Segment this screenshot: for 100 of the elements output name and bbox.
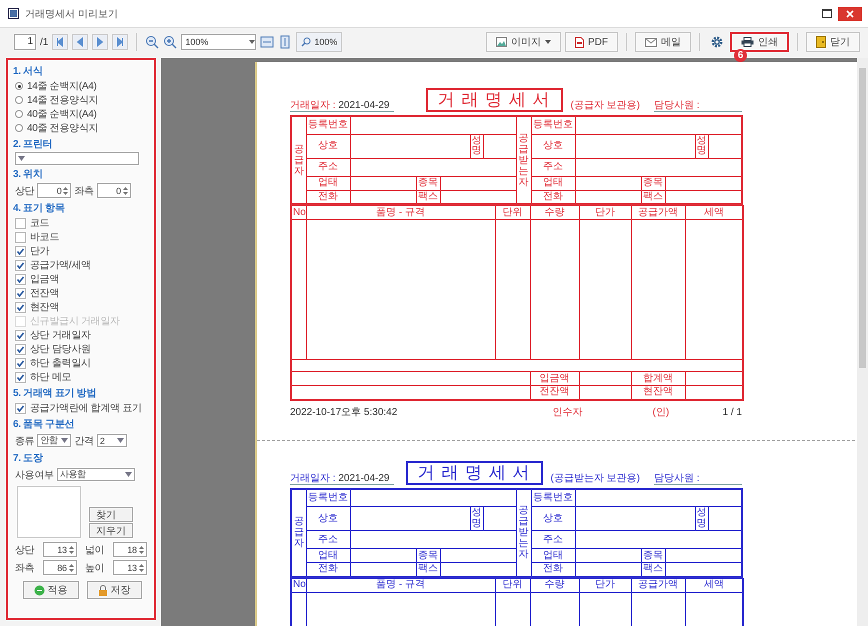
last-page-icon[interactable] bbox=[112, 34, 128, 50]
stamp-button[interactable]: 찾기 bbox=[89, 507, 133, 522]
next-page-icon[interactable] bbox=[92, 34, 108, 50]
number-field[interactable]: 18 bbox=[112, 542, 147, 557]
column-header: 공급가액 bbox=[638, 579, 678, 590]
zoom-in-icon[interactable] bbox=[163, 35, 178, 49]
scrollbar[interactable] bbox=[857, 58, 868, 626]
pdf-button[interactable]: PDF bbox=[565, 32, 618, 52]
close-button[interactable] bbox=[838, 6, 862, 20]
checkbox[interactable] bbox=[15, 232, 26, 242]
number-field[interactable]: 0 bbox=[96, 183, 131, 198]
checkbox[interactable] bbox=[15, 218, 26, 228]
checkbox-label[interactable]: 바코드 bbox=[30, 230, 60, 244]
radio-label[interactable]: 14줄 순백지(A4) bbox=[27, 79, 96, 93]
number-field[interactable]: 86 bbox=[42, 560, 77, 575]
checkbox[interactable] bbox=[15, 274, 26, 284]
checkbox-label[interactable]: 단가 bbox=[30, 244, 50, 258]
radio-label[interactable]: 40줄 순백지(A4) bbox=[27, 107, 96, 121]
radio-button[interactable] bbox=[15, 82, 23, 90]
caret-icon bbox=[61, 438, 68, 443]
spinner-icon bbox=[63, 186, 68, 194]
number-field[interactable]: 13 bbox=[112, 560, 147, 575]
apply-button[interactable]: 적용 bbox=[22, 581, 78, 599]
fit-page-icon[interactable] bbox=[278, 35, 292, 49]
copy-note: (공급받는자 보관용) bbox=[550, 472, 640, 484]
page-number-field[interactable]: 1 bbox=[14, 34, 36, 50]
caret-icon bbox=[124, 472, 132, 477]
mail-button[interactable]: 메일 bbox=[635, 32, 691, 52]
checkbox-label[interactable]: 상단 담당사원 bbox=[30, 342, 91, 356]
checkbox[interactable] bbox=[15, 344, 26, 354]
dropdown[interactable]: 2 bbox=[96, 434, 127, 447]
save-button[interactable]: 저장 bbox=[86, 581, 142, 599]
checkbox[interactable] bbox=[15, 288, 26, 298]
close-button[interactable]: 닫기 bbox=[806, 32, 860, 52]
field-label: 높이 bbox=[85, 562, 106, 574]
checkbox[interactable] bbox=[15, 402, 26, 414]
transaction-date: 거래일자 : 2021-04-29 bbox=[290, 100, 394, 112]
number-field[interactable]: 0 bbox=[37, 183, 72, 198]
cell-label: 팩스 bbox=[418, 563, 438, 574]
caret-icon bbox=[18, 156, 25, 161]
section-title: 5. 거래액 표기 방법 bbox=[13, 387, 98, 400]
print-button[interactable]: 인쇄 bbox=[730, 32, 789, 52]
cell-label: 주소 bbox=[318, 161, 338, 172]
caret-icon bbox=[545, 40, 551, 44]
spinner-icon bbox=[138, 564, 144, 572]
dropdown[interactable]: 사용함 bbox=[56, 468, 135, 481]
maximize-icon[interactable] bbox=[822, 9, 832, 18]
cell-label: 전화 bbox=[318, 563, 338, 574]
previous-page-icon[interactable] bbox=[72, 34, 88, 50]
checkbox-label[interactable]: 하단 출력일시 bbox=[30, 356, 91, 370]
checkbox-label[interactable]: 현잔액 bbox=[30, 300, 60, 314]
checkbox[interactable] bbox=[15, 302, 26, 312]
radio-button[interactable] bbox=[15, 124, 23, 132]
checkbox-label[interactable]: 하단 메모 bbox=[30, 370, 72, 384]
column-header: 품명 - 규격 bbox=[376, 206, 425, 218]
receiver-label: 인수자 bbox=[552, 406, 583, 418]
lock-icon bbox=[98, 584, 108, 596]
door-icon bbox=[816, 36, 826, 48]
party-label: 공급자 bbox=[294, 516, 304, 549]
column-header: No bbox=[293, 206, 306, 218]
fit-width-icon[interactable] bbox=[260, 35, 274, 49]
party-label: 공급받는자 bbox=[518, 505, 529, 560]
printed-time: 2022-10-17오후 5:30:42 bbox=[290, 406, 398, 418]
checkbox-label[interactable]: 공급가액/세액 bbox=[30, 258, 91, 272]
zoom-dropdown[interactable]: 100% bbox=[181, 34, 256, 50]
field-label: 상단 bbox=[15, 184, 34, 198]
checkbox[interactable] bbox=[15, 246, 26, 256]
number-field[interactable]: 13 bbox=[42, 542, 77, 557]
cell-label: 업태 bbox=[318, 550, 338, 560]
section-title: 6. 품목 구분선 bbox=[13, 418, 76, 431]
cell-label: 종목 bbox=[643, 550, 664, 560]
checkbox[interactable] bbox=[15, 358, 26, 368]
checkbox-label[interactable]: 입금액 bbox=[30, 272, 60, 286]
radio-label[interactable]: 14줄 전용양식지 bbox=[27, 93, 98, 107]
checkbox-label[interactable]: 코드 bbox=[30, 216, 50, 230]
cell-label: 성명 bbox=[472, 508, 482, 529]
checkbox-label[interactable]: 공급가액란에 합계액 표기 bbox=[30, 401, 142, 415]
caret-icon bbox=[249, 40, 256, 44]
magnifier-icon bbox=[301, 37, 312, 47]
first-page-icon[interactable] bbox=[52, 34, 68, 50]
dropdown[interactable]: 안함 bbox=[37, 434, 72, 447]
dropdown[interactable] bbox=[15, 152, 139, 165]
checkbox-label[interactable]: 전잔액 bbox=[30, 286, 60, 300]
cell-label: 팩스 bbox=[643, 190, 664, 202]
cell-label: 성명 bbox=[472, 136, 482, 156]
document-title: 거 래 명 세 서 bbox=[406, 460, 543, 484]
cell-label: 주소 bbox=[318, 534, 338, 544]
radio-button[interactable] bbox=[15, 110, 23, 118]
checkbox[interactable] bbox=[15, 330, 26, 340]
checkbox[interactable] bbox=[15, 372, 26, 382]
checkbox[interactable] bbox=[15, 260, 26, 270]
image-button[interactable]: 이미지 bbox=[486, 32, 561, 52]
radio-label[interactable]: 40줄 전용양식지 bbox=[27, 121, 98, 135]
zoom-out-icon[interactable] bbox=[145, 35, 160, 49]
transaction-date: 거래일자 : 2021-04-29 bbox=[290, 472, 394, 484]
stamp-button[interactable]: 지우기 bbox=[89, 523, 133, 538]
actual-size-button[interactable]: 100% bbox=[296, 32, 342, 52]
checkbox-label[interactable]: 상단 거래일자 bbox=[30, 328, 91, 342]
cell-label: 팩스 bbox=[418, 190, 438, 202]
radio-button[interactable] bbox=[15, 96, 23, 104]
